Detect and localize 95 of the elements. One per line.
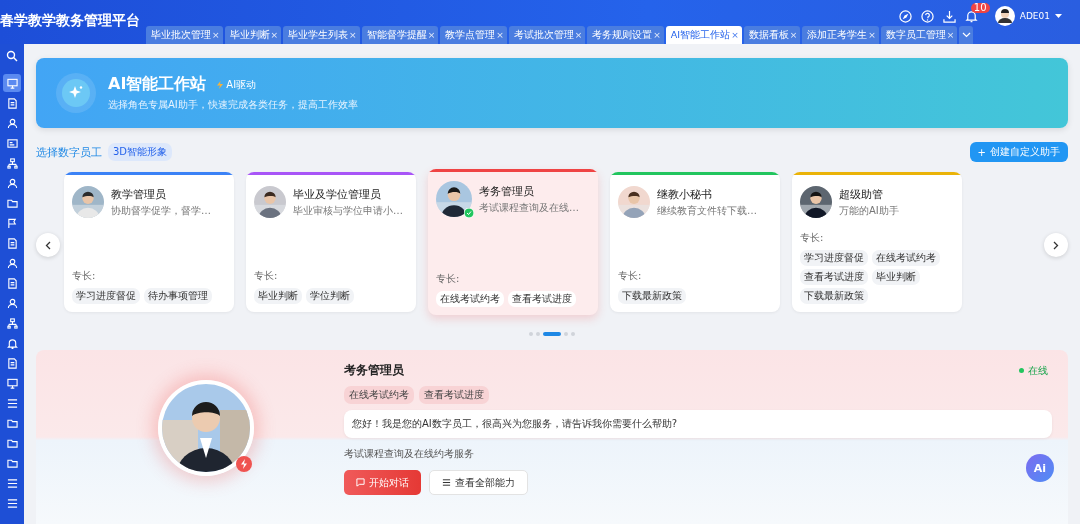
avatar[interactable]: [994, 6, 1015, 26]
greeting-bubble: 您好！我是您的AI数字员工，很高兴为您服务，请告诉我你需要什么帮助?: [344, 410, 1052, 438]
banner-title: AI智能工作站: [108, 74, 207, 95]
pager-dot[interactable]: [529, 332, 533, 336]
status-text: 在线: [1028, 363, 1048, 378]
pager-dot[interactable]: [564, 332, 568, 336]
list-icon: [442, 478, 451, 487]
tab[interactable]: 考试批次管理×: [508, 26, 586, 44]
specialty-tag: 毕业判断: [254, 288, 302, 304]
lightning-badge-icon: [236, 456, 252, 472]
tab[interactable]: 添加正考学生×: [802, 26, 879, 44]
employee-description: 万能的AI助手: [839, 203, 899, 218]
caret-icon[interactable]: [1055, 13, 1062, 19]
tab[interactable]: 智能督学提醒×: [361, 26, 439, 44]
pager-dot[interactable]: [536, 332, 540, 336]
more-tabs-button[interactable]: [959, 26, 974, 44]
specialty-tag: 学习进度督促: [800, 250, 868, 266]
tab[interactable]: 数字员工管理×: [880, 26, 958, 44]
lightning-icon: [216, 80, 225, 89]
specialty-label: 专长:: [436, 272, 461, 286]
close-icon[interactable]: ×: [868, 30, 876, 40]
chevron-down-icon: [961, 32, 971, 38]
search-icon[interactable]: [6, 50, 18, 62]
chat-icon: [356, 478, 365, 487]
detail-description: 考试课程查询及在线约考服务: [344, 447, 475, 461]
specialty-label: 专长:: [72, 269, 97, 283]
employee-name: 毕业及学位管理员: [293, 186, 382, 202]
close-icon[interactable]: ×: [789, 30, 798, 40]
banner-subtitle: 选择角色专属AI助手，快速完成各类任务，提高工作效率: [108, 98, 358, 112]
view-abilities-button[interactable]: 查看全部能力: [429, 470, 528, 495]
status-dot: [1019, 368, 1024, 373]
specialty-tag: 查看考试进度: [508, 291, 576, 307]
skill-tag: 查看考试进度: [419, 386, 489, 404]
employee-card[interactable]: 毕业及学位管理员 毕业审核与学位申请小… 专长: 毕业判断 学位判断: [246, 172, 416, 312]
specialty-label: 专长:: [618, 269, 643, 283]
detail-name: 考务管理员: [344, 362, 404, 379]
employee-name: 教学管理员: [111, 186, 167, 202]
bell-icon[interactable]: [964, 9, 978, 23]
employee-name: 考务管理员: [479, 183, 535, 199]
employee-card[interactable]: 继教小秘书 继续教育文件转下载… 专长: 下载最新政策: [610, 172, 780, 312]
employee-card[interactable]: 教学管理员 协助督学促学，督学… 专长: 学习进度督促 待办事项管理: [64, 172, 234, 312]
employee-card[interactable]: 考务管理员 考试课程查询及在线… 专长: 在线考试约考 查看考试进度: [428, 169, 598, 315]
specialty-tag: 查看考试进度: [800, 269, 868, 285]
tab[interactable]: AI智能工作站×: [665, 26, 742, 44]
user-name[interactable]: ADE01: [1019, 11, 1050, 21]
close-icon[interactable]: ×: [349, 30, 357, 40]
close-icon[interactable]: ×: [212, 30, 220, 40]
section-badge: 3D智能形象: [108, 143, 173, 161]
download-icon[interactable]: [942, 9, 956, 23]
specialty-tag: 学位判断: [306, 288, 354, 304]
chevron-left-icon: [45, 240, 51, 250]
monitor-icon[interactable]: [3, 74, 21, 92]
tab[interactable]: 教学点管理×: [440, 26, 507, 44]
employee-description: 毕业审核与学位申请小…: [293, 203, 403, 218]
tab[interactable]: 毕业判断×: [224, 26, 282, 44]
close-icon[interactable]: ×: [731, 30, 739, 40]
skill-tag: 在线考试约考: [344, 386, 414, 404]
help-icon[interactable]: [920, 9, 934, 23]
tab[interactable]: 毕业学生列表×: [283, 26, 360, 44]
close-icon[interactable]: ×: [946, 30, 955, 40]
start-chat-button[interactable]: 开始对话: [344, 470, 421, 495]
employee-name: 继教小秘书: [657, 186, 713, 202]
specialty-label: 专长:: [800, 231, 825, 245]
specialty-tag: 在线考试约考: [872, 250, 940, 266]
notification-badge: 10: [970, 2, 990, 13]
specialty-tag: 下载最新政策: [618, 288, 686, 304]
badge-text: AI驱动: [226, 77, 257, 92]
employee-card[interactable]: 超级助管 万能的AI助手 专长: 学习进度督促 在线考试约考 查看考试进度 毕业判断 下载最新政策: [792, 172, 962, 312]
close-icon[interactable]: ×: [496, 30, 504, 40]
compass-icon[interactable]: [898, 9, 912, 23]
specialty-tag: 毕业判断: [872, 269, 920, 285]
create-assistant-button[interactable]: + 创建自定义助手: [969, 142, 1068, 162]
specialty-tag: 学习进度督促: [72, 288, 140, 304]
chevron-right-icon: [1053, 240, 1059, 250]
close-icon[interactable]: ×: [653, 30, 661, 40]
close-icon[interactable]: ×: [574, 30, 583, 40]
close-icon[interactable]: ×: [270, 30, 279, 40]
section-title: 选择数字员工: [36, 144, 102, 160]
tab[interactable]: 数据看板×: [743, 26, 801, 44]
specialty-tag: 下载最新政策: [800, 288, 868, 304]
app-title: 春学教学教务管理平台: [0, 12, 141, 30]
specialty-tag: 待办事项管理: [144, 288, 212, 304]
employee-description: 继续教育文件转下载…: [657, 203, 757, 218]
sparkle-icon: [62, 79, 90, 107]
ai-assistant-button[interactable]: Ai: [1026, 454, 1054, 482]
tab[interactable]: 毕业批次管理×: [146, 26, 223, 44]
pager-dot[interactable]: [571, 332, 575, 336]
specialty-label: 专长:: [254, 269, 279, 283]
close-icon[interactable]: ×: [427, 30, 436, 40]
specialty-tag: 在线考试约考: [436, 291, 504, 307]
employee-description: 协助督学促学，督学…: [111, 203, 211, 218]
check-badge-icon: [464, 208, 474, 218]
tab[interactable]: 考务规则设置×: [587, 26, 664, 44]
employee-name: 超级助管: [839, 186, 884, 202]
employee-description: 考试课程查询及在线…: [479, 200, 579, 215]
